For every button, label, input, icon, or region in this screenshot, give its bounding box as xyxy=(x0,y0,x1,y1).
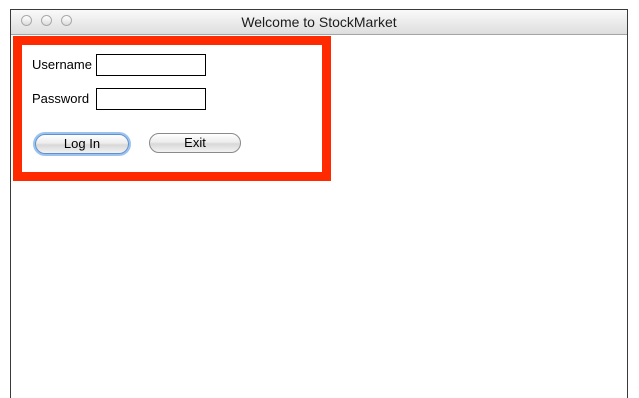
username-field[interactable] xyxy=(96,54,206,76)
app-window: Welcome to StockMarket Username Password… xyxy=(10,9,628,398)
title-bar[interactable]: Welcome to StockMarket xyxy=(11,10,627,35)
login-button[interactable]: Log In xyxy=(35,134,129,154)
exit-button[interactable]: Exit xyxy=(149,133,241,153)
login-panel: Username Password Log In Exit xyxy=(13,36,331,181)
username-label: Username xyxy=(32,57,92,72)
password-label: Password xyxy=(32,91,90,106)
window-content: Username Password Log In Exit xyxy=(11,35,627,398)
window-title: Welcome to StockMarket xyxy=(241,14,397,30)
password-field[interactable] xyxy=(96,88,206,110)
